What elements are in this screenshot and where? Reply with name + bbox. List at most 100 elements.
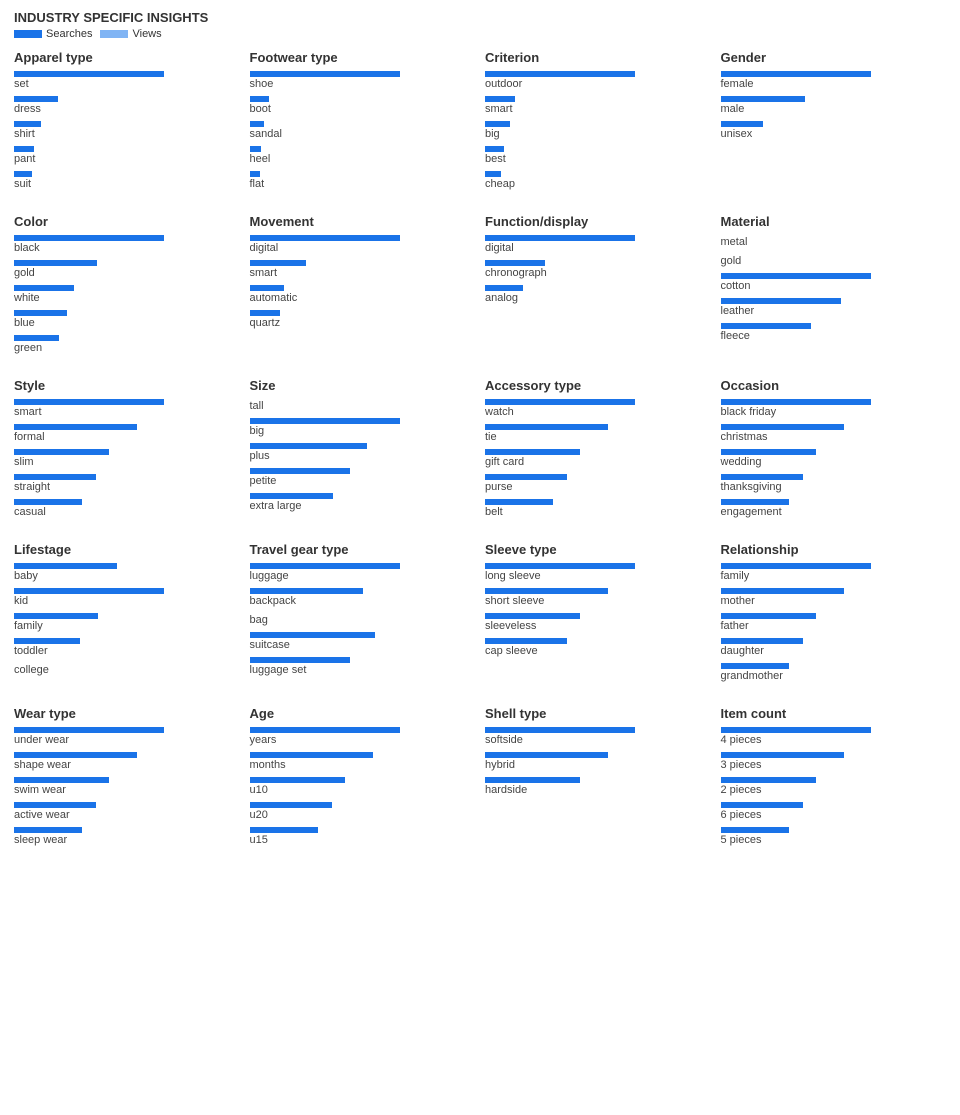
section-title-criterion: Criterion bbox=[485, 50, 711, 65]
bar-label: 2 pieces bbox=[721, 784, 947, 796]
bar-row bbox=[485, 727, 711, 733]
bar-label: 5 pieces bbox=[721, 834, 947, 846]
bar-label: metal bbox=[721, 236, 947, 248]
bar-label: white bbox=[14, 292, 240, 304]
bar-label: father bbox=[721, 620, 947, 632]
section-function-display: Function/displaydigitalchronographanalog bbox=[485, 214, 711, 360]
bar-item: metal bbox=[721, 235, 947, 248]
bar-item: plus bbox=[250, 443, 476, 462]
bar-item: female bbox=[721, 71, 947, 90]
bar-label: shape wear bbox=[14, 759, 240, 771]
section-title-item-count: Item count bbox=[721, 706, 947, 721]
searches-bar bbox=[250, 588, 363, 594]
bar-item: toddler bbox=[14, 638, 240, 657]
searches-bar bbox=[14, 613, 98, 619]
bar-label: family bbox=[721, 570, 947, 582]
bar-row bbox=[721, 474, 947, 480]
bar-item: set bbox=[14, 71, 240, 90]
searches-bar bbox=[721, 424, 844, 430]
bar-row bbox=[14, 802, 240, 808]
bar-row bbox=[14, 449, 240, 455]
bar-row bbox=[250, 827, 476, 833]
bar-label: engagement bbox=[721, 506, 947, 518]
bar-label: green bbox=[14, 342, 240, 354]
bar-item: best bbox=[485, 146, 711, 165]
searches-bar bbox=[14, 802, 96, 808]
bar-item: bag bbox=[250, 613, 476, 626]
bar-label: gold bbox=[14, 267, 240, 279]
bar-row bbox=[485, 171, 711, 177]
searches-bar bbox=[485, 563, 635, 569]
bar-row bbox=[14, 499, 240, 505]
bar-row bbox=[250, 96, 476, 102]
bar-row bbox=[14, 146, 240, 152]
searches-bar bbox=[14, 285, 74, 291]
bar-row bbox=[721, 399, 947, 405]
bar-row bbox=[485, 613, 711, 619]
bar-item: shoe bbox=[250, 71, 476, 90]
bar-item: smart bbox=[485, 96, 711, 115]
bar-label: sleeveless bbox=[485, 620, 711, 632]
bar-item: sleep wear bbox=[14, 827, 240, 846]
bar-label: family bbox=[14, 620, 240, 632]
bar-row bbox=[14, 71, 240, 77]
bar-label: softside bbox=[485, 734, 711, 746]
bar-row bbox=[485, 285, 711, 291]
bar-row bbox=[721, 499, 947, 505]
bar-label: suitcase bbox=[250, 639, 476, 651]
searches-bar bbox=[250, 777, 345, 783]
bar-row bbox=[14, 588, 240, 594]
searches-bar bbox=[250, 418, 400, 424]
searches-bar bbox=[250, 171, 260, 177]
searches-bar bbox=[250, 493, 333, 499]
section-title-shell-type: Shell type bbox=[485, 706, 711, 721]
bar-row bbox=[485, 146, 711, 152]
bar-row bbox=[721, 563, 947, 569]
bar-label: slim bbox=[14, 456, 240, 468]
searches-bar bbox=[721, 449, 816, 455]
bar-item: grandmother bbox=[721, 663, 947, 682]
searches-bar bbox=[14, 777, 109, 783]
legend: Searches Views bbox=[14, 28, 946, 40]
bar-label: cotton bbox=[721, 280, 947, 292]
searches-bar-legend bbox=[14, 30, 42, 38]
searches-bar bbox=[485, 235, 635, 241]
bar-label: gold bbox=[721, 255, 947, 267]
section-style: Stylesmartformalslimstraightcasual bbox=[14, 378, 240, 524]
section-title-color: Color bbox=[14, 214, 240, 229]
searches-bar bbox=[721, 474, 803, 480]
bar-label: watch bbox=[485, 406, 711, 418]
bar-item: father bbox=[721, 613, 947, 632]
bar-item: softside bbox=[485, 727, 711, 746]
bar-item: fleece bbox=[721, 323, 947, 342]
bar-label: years bbox=[250, 734, 476, 746]
searches-bar bbox=[721, 71, 871, 77]
bar-row bbox=[14, 474, 240, 480]
section-travel-gear-type: Travel gear typeluggagebackpackbagsuitca… bbox=[250, 542, 476, 688]
section-title-function-display: Function/display bbox=[485, 214, 711, 229]
searches-bar bbox=[250, 632, 375, 638]
bar-item: flat bbox=[250, 171, 476, 190]
bar-label: petite bbox=[250, 475, 476, 487]
bar-row bbox=[721, 298, 947, 304]
section-title-apparel-type: Apparel type bbox=[14, 50, 240, 65]
searches-bar bbox=[14, 449, 109, 455]
searches-bar bbox=[485, 146, 504, 152]
bar-item: sandal bbox=[250, 121, 476, 140]
bar-item: 5 pieces bbox=[721, 827, 947, 846]
searches-bar bbox=[721, 399, 871, 405]
bar-item: 4 pieces bbox=[721, 727, 947, 746]
searches-bar bbox=[250, 563, 400, 569]
bar-label: black bbox=[14, 242, 240, 254]
bar-label: active wear bbox=[14, 809, 240, 821]
section-color: Colorblackgoldwhitebluegreen bbox=[14, 214, 240, 360]
bar-label: shirt bbox=[14, 128, 240, 140]
searches-bar bbox=[485, 752, 608, 758]
searches-bar bbox=[721, 638, 803, 644]
bar-label: months bbox=[250, 759, 476, 771]
bar-item: college bbox=[14, 663, 240, 676]
bar-item: kid bbox=[14, 588, 240, 607]
searches-bar bbox=[485, 71, 635, 77]
section-sleeve-type: Sleeve typelong sleeveshort sleevesleeve… bbox=[485, 542, 711, 688]
searches-bar bbox=[14, 588, 164, 594]
